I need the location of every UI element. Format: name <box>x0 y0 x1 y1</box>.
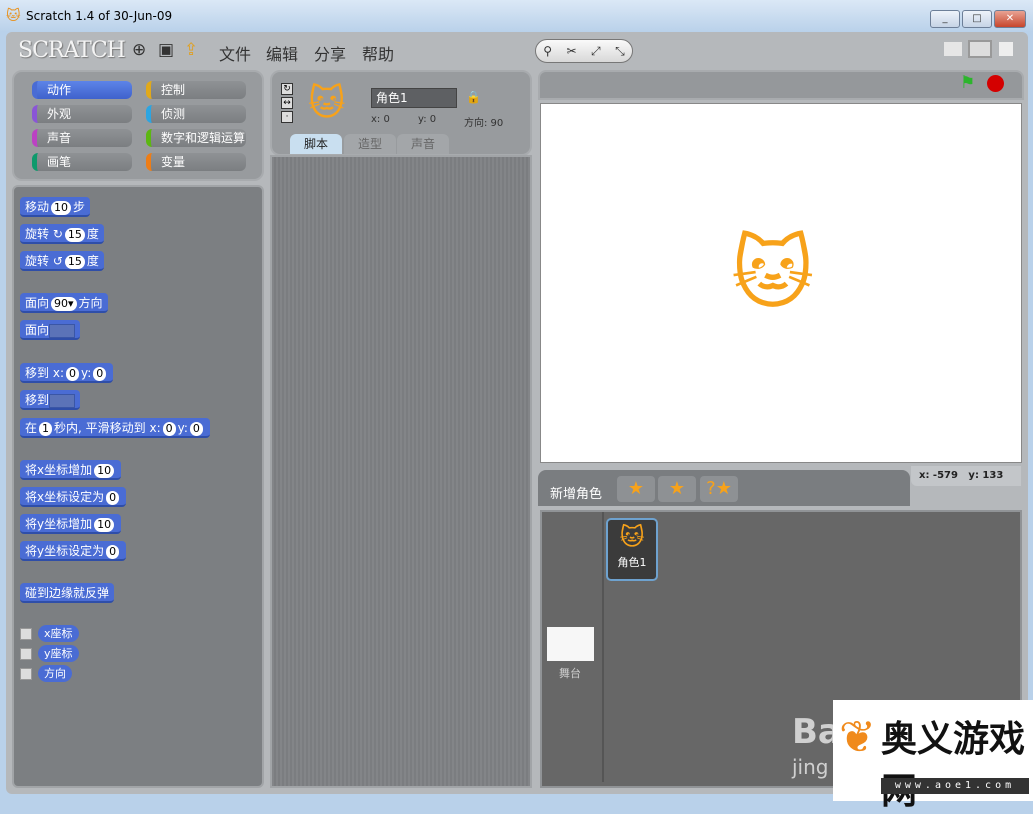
baidu-jing-watermark: jing <box>792 755 829 779</box>
stage-label: 舞台 <box>559 667 581 680</box>
block-set-y[interactable]: 将y坐标设定为 0 <box>20 541 127 561</box>
reporter-x[interactable]: x座标 <box>38 625 79 642</box>
block-set-x[interactable]: 将x坐标设定为 0 <box>20 487 127 507</box>
normal-stage-icon[interactable] <box>968 40 992 58</box>
sprite-tools: ⚲ ✂ ⤢ ⤡ <box>535 39 633 63</box>
sprite-name-input[interactable]: 角色1 <box>371 88 457 108</box>
rotation-style: ↻ ↔ · <box>281 83 293 125</box>
stage-header <box>538 70 1024 100</box>
checkbox-x[interactable] <box>20 628 32 640</box>
category-7[interactable]: 变量 <box>146 153 246 171</box>
globe-icon[interactable]: ⊕ <box>132 40 146 60</box>
close-button[interactable]: ✕ <box>994 10 1026 28</box>
site-name: 奥义游戏网 <box>881 718 1026 812</box>
window-title: Scratch 1.4 of 30-Jun-09 <box>26 9 173 23</box>
sprite-tile-label: 角色1 <box>617 556 647 569</box>
category-1[interactable]: 控制 <box>146 81 246 99</box>
share-icon[interactable]: ⇪ <box>184 40 198 60</box>
stage-thumbnail[interactable] <box>547 627 594 661</box>
checkbox-direction[interactable] <box>20 668 32 680</box>
sprite-direction: 方向: 90 <box>464 118 504 129</box>
block-goto[interactable]: 移到 <box>20 390 81 410</box>
tab-costumes[interactable]: 造型 <box>344 134 396 154</box>
category-0[interactable]: 动作 <box>32 81 132 99</box>
stop-icon[interactable] <box>987 75 1004 92</box>
green-flag-icon[interactable]: ⚑ <box>960 73 975 93</box>
cat-sprite[interactable]: 🐱 <box>731 224 814 324</box>
category-5[interactable]: 数字和逻辑运算 <box>146 129 246 147</box>
category-4[interactable]: 声音 <box>32 129 132 147</box>
block-goto-xy[interactable]: 移到 x: 0 y: 0 <box>20 363 114 383</box>
delete-scissors-icon[interactable]: ✂ <box>567 44 577 58</box>
minimize-button[interactable]: _ <box>930 10 960 28</box>
menu-edit[interactable]: 编辑 <box>266 41 298 65</box>
reporter-direction[interactable]: 方向 <box>38 665 72 682</box>
tab-sounds[interactable]: 声音 <box>397 134 449 154</box>
checkbox-y[interactable] <box>20 648 32 660</box>
sprite-tile[interactable]: 🐱 角色1 <box>606 518 658 581</box>
divider <box>602 512 604 782</box>
block-turn-left[interactable]: 旋转 ↺ 15 度 <box>20 251 104 271</box>
paint-new-sprite-button[interactable]: ★ <box>617 476 655 502</box>
shrink-icon[interactable]: ⤡ <box>615 44 625 59</box>
random-sprite-button[interactable]: ?★ <box>700 476 738 502</box>
mouse-coordinates: x: -579 y: 133 <box>911 466 1021 486</box>
menu-help[interactable]: 帮助 <box>362 41 394 65</box>
duplicate-stamp-icon[interactable]: ⚲ <box>543 44 552 58</box>
grow-icon[interactable]: ⤢ <box>591 44 601 59</box>
site-url: www.aoe1.com <box>881 778 1029 794</box>
new-sprite-label: 新增角色 <box>550 487 603 502</box>
dropdown[interactable] <box>49 393 76 408</box>
block-bounce[interactable]: 碰到边缘就反弹 <box>20 583 115 603</box>
lock-icon[interactable]: 🔒 <box>466 90 481 104</box>
rotate-icon[interactable]: ↻ <box>281 83 293 95</box>
scripts-area[interactable] <box>270 155 532 788</box>
save-icon[interactable]: ▣ <box>158 40 174 60</box>
scratch-logo: SCRATCH <box>18 38 126 63</box>
small-stage-icon[interactable] <box>944 42 962 56</box>
block-glide[interactable]: 在 1 秒内, 平滑移动到 x: 0 y: 0 <box>20 418 210 438</box>
sprite-thumbnail: 🐱 <box>308 83 346 124</box>
flip-lr-icon[interactable]: ↔ <box>281 97 293 109</box>
block-point-direction[interactable]: 面向 90▾ 方向 <box>20 293 108 313</box>
site-watermark: ❦ 奥义游戏网 www.aoe1.com <box>833 700 1033 812</box>
dropdown[interactable] <box>49 323 76 338</box>
menu-share[interactable]: 分享 <box>314 41 346 65</box>
phoenix-logo-icon: ❦ <box>839 712 876 763</box>
maximize-button[interactable]: □ <box>962 10 992 28</box>
presentation-mode-icon[interactable] <box>999 42 1013 56</box>
block-turn-right[interactable]: 旋转 ↻ 15 度 <box>20 224 104 244</box>
block-move[interactable]: 移动 10 步 <box>20 197 91 217</box>
category-3[interactable]: 侦测 <box>146 105 246 123</box>
sprite-thumbnail: 🐱 <box>619 523 645 551</box>
block-point-towards[interactable]: 面向 <box>20 320 81 340</box>
rotate-cw-icon: ↻ <box>52 227 63 241</box>
stage[interactable]: 🐱 <box>540 103 1022 463</box>
category-6[interactable]: 画笔 <box>32 153 132 171</box>
block-palette: 移动 10 步 旋转 ↻ 15 度 旋转 ↺ 15 度 面向 90▾ 方向 面向 移到 x: 0 y… <box>12 185 264 788</box>
category-2[interactable]: 外观 <box>32 105 132 123</box>
block-change-y[interactable]: 将y坐标增加 10 <box>20 514 122 534</box>
sprite-x: x: 0 <box>371 114 390 125</box>
scratch-cat-icon: 🐱 <box>6 8 21 24</box>
title-bar: 🐱 Scratch 1.4 of 30-Jun-09 _ □ ✕ <box>0 0 1033 32</box>
choose-sprite-file-button[interactable]: ★ <box>658 476 696 502</box>
reporter-y[interactable]: y座标 <box>38 645 79 662</box>
menu-file[interactable]: 文件 <box>219 41 251 65</box>
tab-scripts[interactable]: 脚本 <box>290 134 342 154</box>
no-rotate-icon[interactable]: · <box>281 111 293 123</box>
rotate-ccw-icon: ↺ <box>52 254 63 268</box>
block-change-x[interactable]: 将x坐标增加 10 <box>20 460 122 480</box>
sprite-y: y: 0 <box>418 114 437 125</box>
